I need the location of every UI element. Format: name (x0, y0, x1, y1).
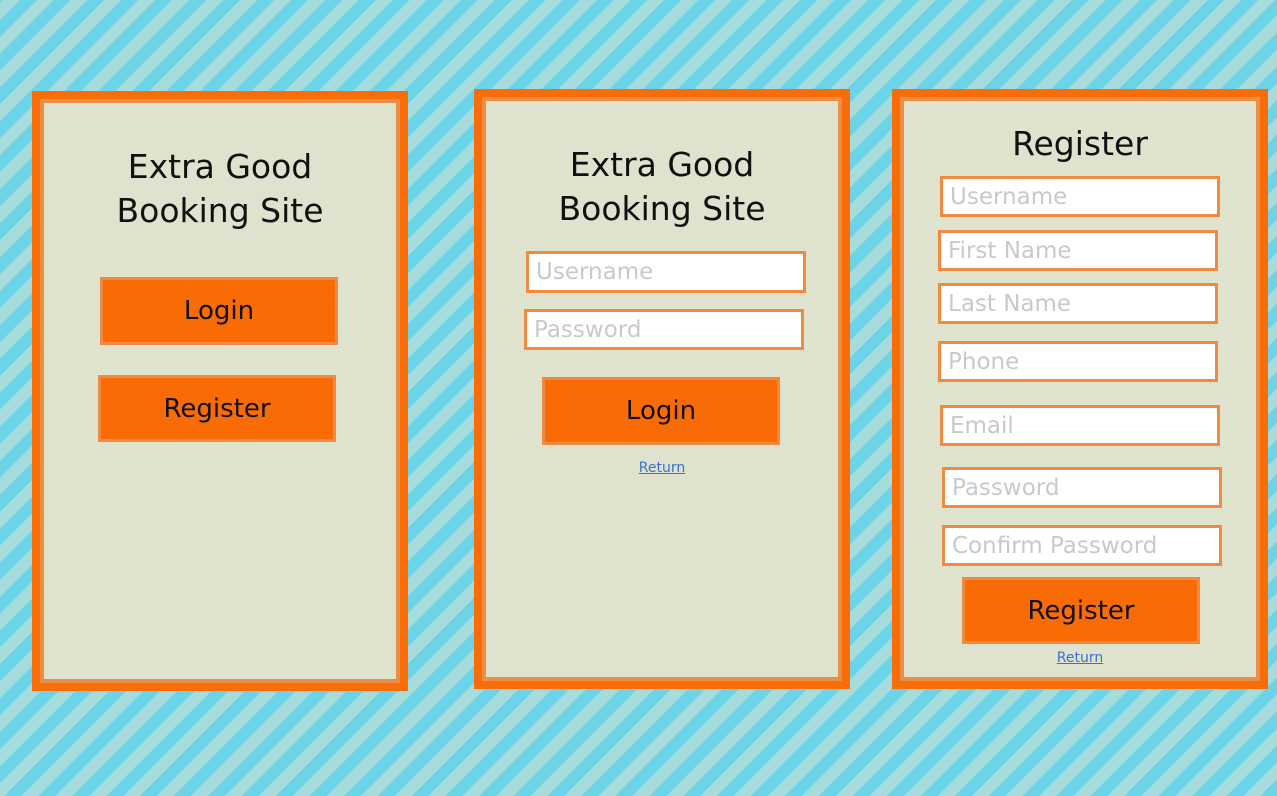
home-title-line2: Booking Site (116, 191, 324, 230)
home-login-button[interactable]: Login (100, 277, 338, 345)
register-last-name-input[interactable] (938, 283, 1218, 324)
register-first-name-input[interactable] (938, 230, 1218, 271)
login-panel: Extra Good Booking Site Login Return (474, 89, 850, 689)
register-submit-button[interactable]: Register (962, 577, 1200, 644)
home-title-line1: Extra Good (127, 147, 313, 186)
register-return-link[interactable]: Return (900, 650, 1260, 666)
home-panel: Extra Good Booking Site Login Register (32, 91, 408, 691)
login-title-line2: Booking Site (558, 189, 766, 228)
home-register-button[interactable]: Register (98, 375, 336, 442)
register-confirm-password-input[interactable] (942, 525, 1222, 566)
login-return-link[interactable]: Return (482, 460, 842, 476)
login-username-input[interactable] (526, 251, 806, 293)
register-password-input[interactable] (942, 467, 1222, 508)
login-password-input[interactable] (524, 309, 804, 350)
register-title: Register (1012, 124, 1148, 163)
register-username-input[interactable] (940, 176, 1220, 217)
register-panel: Register Register Return (892, 89, 1268, 689)
login-title: Extra Good Booking Site (482, 143, 842, 231)
login-title-line1: Extra Good (569, 145, 755, 184)
login-submit-button[interactable]: Login (542, 377, 780, 445)
home-title: Extra Good Booking Site (40, 145, 400, 233)
register-phone-input[interactable] (938, 341, 1218, 382)
register-email-input[interactable] (940, 405, 1220, 446)
